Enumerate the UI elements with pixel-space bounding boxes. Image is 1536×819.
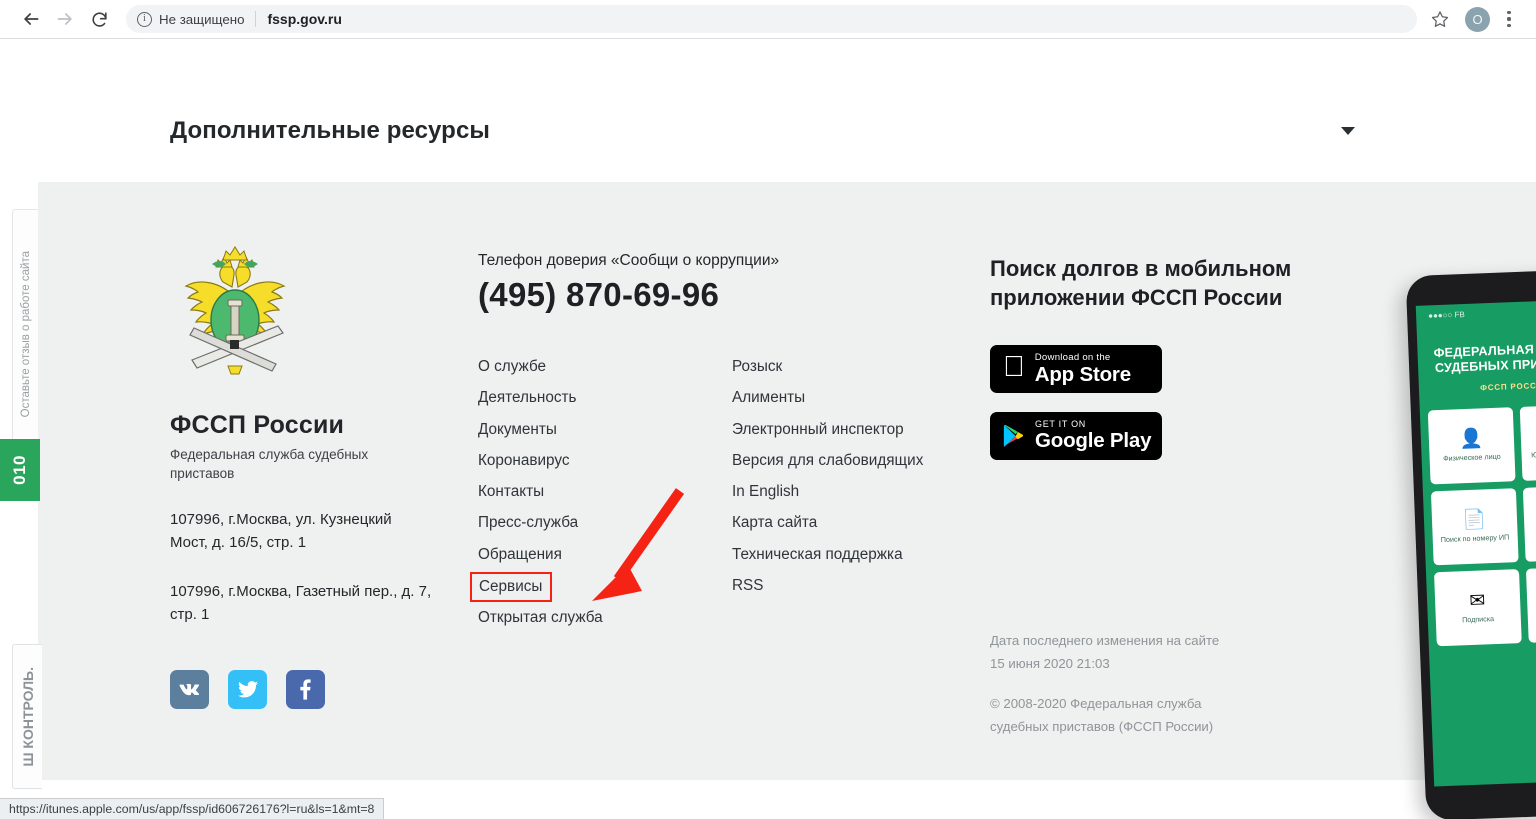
address-bar[interactable]: i Не защищено fssp.gov.ru xyxy=(126,5,1417,33)
facebook-icon[interactable] xyxy=(286,669,325,709)
site-footer-panel: ФССП России Федеральная служба судебных … xyxy=(38,182,1536,819)
phone-tile-label: Поиск по номеру ИП xyxy=(1440,532,1510,544)
fssp-coat-of-arms-emblem xyxy=(184,246,286,375)
person-icon: 👤 xyxy=(1458,428,1484,451)
phone-tile[interactable]: 👤 Физическое лицо xyxy=(1427,406,1516,485)
document-search-icon: 📄 xyxy=(1462,509,1487,531)
mobile-app-promo: Поиск долгов в мобильном приложении ФССП… xyxy=(990,254,1340,460)
forward-icon[interactable] xyxy=(48,2,82,36)
footer-link[interactable]: Обращения xyxy=(478,540,732,571)
page-viewport: Дополнительные ресурсы ФССП России Федер… xyxy=(0,39,1536,819)
app-store-small-label: Download on the xyxy=(1013,351,1111,363)
phone-mockup: ●●●○○ FB 1:20 PM ФЕДЕРАЛЬНАЯ СЛУЖБА СУДЕ… xyxy=(1405,268,1536,819)
organization-address-1: 107996, г.Москва, ул. Кузнецкий Мост, д.… xyxy=(170,511,392,552)
footer-link-columns: О службе Деятельность Документы Коронави… xyxy=(470,352,998,635)
phone-tile[interactable]: ⚙ Настройки xyxy=(1525,565,1536,643)
footer-link[interactable]: Карта сайта xyxy=(732,508,998,539)
hotline-label: Телефон доверия «Сообщи о коррупции» xyxy=(478,252,780,269)
phone-hero-title: ФЕДЕРАЛЬНАЯ СЛУЖБА СУДЕБНЫХ ПРИСТАВОВ xyxy=(1433,340,1536,376)
omnibox-divider xyxy=(255,11,257,27)
screenshot-root: i Не защищено fssp.gov.ru O Дополнительн… xyxy=(0,0,1536,819)
footer-link[interactable]: Открытая служба xyxy=(478,603,732,634)
social-links xyxy=(170,669,470,709)
feedback-side-tab-label: Оставьте отзыв о работе сайта xyxy=(19,250,32,418)
kebab-menu-icon[interactable] xyxy=(1496,4,1522,34)
chevron-down-icon[interactable] xyxy=(1341,127,1355,135)
phone-hero: ФЕДЕРАЛЬНАЯ СЛУЖБА СУДЕБНЫХ ПРИСТАВОВ ФС… xyxy=(1416,313,1536,394)
footer-link-services-highlighted[interactable]: Сервисы xyxy=(470,572,553,603)
app-store-button[interactable]:  Download on the App Store xyxy=(990,344,1162,393)
last-update-label: Дата последнего изменения на сайте xyxy=(990,633,1220,648)
hotline-phone: (495) 870-69-96 xyxy=(478,276,720,313)
copyright-line-1: © 2008-2020 Федеральная служба xyxy=(990,696,1202,712)
phone-tile-label: Физическое лицо xyxy=(1442,451,1501,463)
footer-link-column-2: Розыск Алименты Электронный инспектор Ве… xyxy=(732,352,998,635)
security-status-label: Не защищено xyxy=(159,11,245,27)
footer-meta: Дата последнего изменения на сайте 15 ию… xyxy=(990,630,1290,739)
phone-tile[interactable]: 🏢 Юридическое лицо xyxy=(1519,403,1536,481)
browser-toolbar: i Не защищено fssp.gov.ru O xyxy=(0,0,1536,38)
visitor-counter-value: 010 xyxy=(10,455,29,485)
footer-link[interactable]: Электронный инспектор xyxy=(732,415,998,446)
control-side-tab[interactable]: Ш КОНТРОЛЬ. xyxy=(12,644,42,789)
footer-link[interactable]: О службе xyxy=(478,352,732,383)
last-update-value: 15 июня 2020 21:03 xyxy=(990,655,1110,671)
phone-tile-label: Юридическое лицо xyxy=(1530,448,1536,460)
visitor-counter-badge: 010 xyxy=(0,439,40,501)
feedback-side-tab[interactable]: Оставьте отзыв о работе сайта xyxy=(12,209,38,459)
footer-link[interactable]: Контакты xyxy=(478,477,732,508)
app-store-big-label: App Store xyxy=(1013,362,1131,386)
phone-status-left: ●●●○○ FB xyxy=(1427,309,1465,321)
phone-tile[interactable]: 📄 Поиск по номеру ИП xyxy=(1430,487,1519,566)
google-play-button[interactable]: GET IT ON Google Play xyxy=(990,411,1162,460)
footer-link[interactable]: In English xyxy=(732,477,998,508)
profile-avatar[interactable]: O xyxy=(1465,6,1490,32)
organization-subtitle: Федеральная служба судебных приставов xyxy=(170,447,369,482)
section-header: Дополнительные ресурсы xyxy=(170,117,1355,145)
page-title: Дополнительные ресурсы xyxy=(170,117,490,144)
footer-link[interactable]: Документы xyxy=(478,415,732,446)
envelope-icon: ✉ xyxy=(1469,590,1486,612)
footer-link[interactable]: RSS xyxy=(732,571,998,602)
footer-link[interactable]: Алименты xyxy=(732,383,998,414)
phone-tile-grid: 👤 Физическое лицо 🏢 Юридическое лицо 📄 П… xyxy=(1419,387,1536,647)
vk-icon[interactable] xyxy=(170,669,209,709)
info-icon[interactable]: i xyxy=(137,11,152,27)
back-icon[interactable] xyxy=(14,2,48,36)
twitter-icon[interactable] xyxy=(228,669,267,709)
organization-address-2: 107996, г.Москва, Газетный пер., д. 7, с… xyxy=(170,582,432,623)
copyright-line-2: судебных приставов (ФССП России) xyxy=(990,719,1214,735)
phone-screen: ●●●○○ FB 1:20 PM ФЕДЕРАЛЬНАЯ СЛУЖБА СУДЕ… xyxy=(1415,298,1536,787)
url-text: fssp.gov.ru xyxy=(267,11,342,27)
link-status-bar: https://itunes.apple.com/us/app/fssp/id6… xyxy=(0,798,385,819)
footer-link[interactable]: Пресс-служба xyxy=(478,508,732,539)
phone-tile-label: Подписка xyxy=(1461,613,1495,625)
google-play-big-label: Google Play xyxy=(1035,429,1152,453)
footer-link[interactable]: Версия для слабовидящих xyxy=(732,446,998,477)
apple-icon:  xyxy=(1003,352,1025,382)
footer-link[interactable]: Розыск xyxy=(732,352,998,383)
organization-block: ФССП России Федеральная служба судебных … xyxy=(170,242,470,709)
footer-link[interactable]: Коронавирус xyxy=(478,446,732,477)
phone-tile[interactable]: ⚙ Сервисы xyxy=(1522,484,1536,562)
footer-link[interactable]: Деятельность xyxy=(478,383,732,414)
google-play-icon xyxy=(1003,424,1024,447)
organization-name: ФССП России xyxy=(170,411,345,439)
phone-tile[interactable]: ✉ Подписка xyxy=(1433,568,1522,647)
google-play-small-label: GET IT ON xyxy=(1035,418,1086,429)
footer-link[interactable]: Техническая поддержка xyxy=(732,540,998,571)
reload-icon[interactable] xyxy=(82,2,116,36)
footer-link-column-1: О службе Деятельность Документы Коронави… xyxy=(470,352,732,635)
app-promo-title: Поиск долгов в мобильном приложении ФССП… xyxy=(990,256,1292,311)
control-side-tab-label: Ш КОНТРОЛЬ. xyxy=(19,666,36,767)
footer-links-block: Телефон доверия «Сообщи о коррупции» (49… xyxy=(470,252,998,635)
star-icon[interactable] xyxy=(1425,4,1455,34)
